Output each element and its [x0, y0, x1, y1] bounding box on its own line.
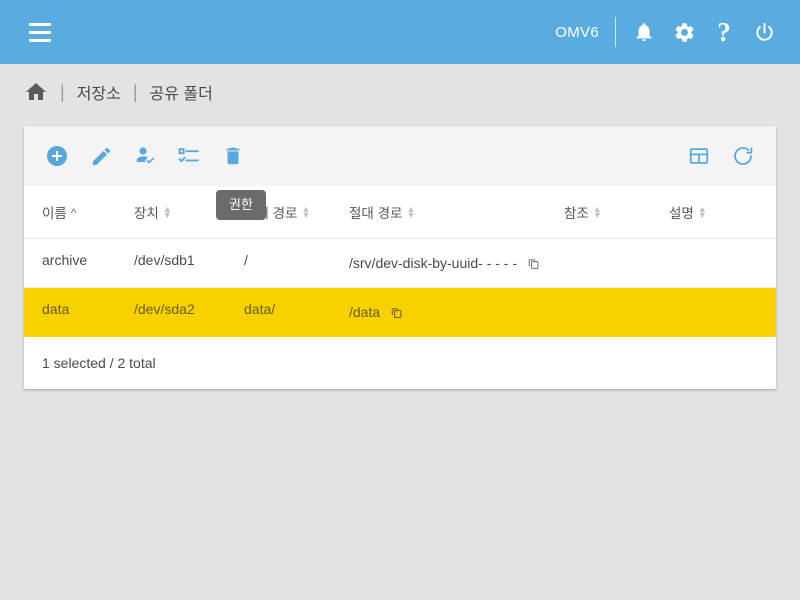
grid-toolbar — [24, 126, 776, 186]
toolbar-left-group — [40, 139, 250, 173]
cell-description — [669, 287, 776, 337]
add-button[interactable] — [40, 139, 74, 173]
table-body: archive /dev/sdb1 / /srv/dev-disk-by-uui… — [24, 238, 776, 337]
cell-name: archive — [24, 238, 134, 288]
breadcrumb: | 저장소 | 공유 폴더 — [0, 64, 800, 120]
brand-label: OMV6 — [555, 23, 599, 41]
cell-relative-path: / — [244, 238, 349, 288]
notifications-bell-icon[interactable] — [624, 12, 664, 52]
column-header-name[interactable]: 이름 ^ — [24, 186, 134, 239]
home-icon[interactable] — [24, 80, 48, 104]
cell-reference — [564, 287, 669, 337]
table-footer: 1 selected / 2 total — [24, 336, 776, 389]
breadcrumb-item-storage[interactable]: 저장소 — [77, 80, 121, 104]
cell-device: /dev/sdb1 — [134, 238, 244, 288]
breadcrumb-separator: | — [132, 81, 138, 102]
selection-status: 1 selected / 2 total — [42, 354, 156, 371]
column-header-absolute-path-label: 절대 경로 — [349, 205, 403, 221]
column-header-reference-label: 참조 — [564, 205, 589, 221]
shared-folders-card: 이름 ^ 장치 ▲ ▼ 권한 상대 경로 ▲ ▼ 절대 경로 ▲ ▼ 참조 ▲ … — [24, 126, 776, 389]
column-header-description[interactable]: 설명 ▲ ▼ — [669, 186, 776, 239]
reload-button[interactable] — [726, 139, 760, 173]
delete-button[interactable] — [216, 139, 250, 173]
shared-folders-table: 이름 ^ 장치 ▲ ▼ 권한 상대 경로 ▲ ▼ 절대 경로 ▲ ▼ 참조 ▲ … — [24, 186, 776, 337]
column-header-absolute-path[interactable]: 절대 경로 ▲ ▼ — [349, 186, 564, 239]
power-icon[interactable] — [744, 12, 784, 52]
hamburger-menu-icon[interactable] — [20, 12, 60, 52]
sort-none-icon: ▲ ▼ — [301, 203, 311, 220]
cell-relative-path: data/ — [244, 287, 349, 337]
column-chooser-button[interactable] — [682, 139, 716, 173]
cell-device: /dev/sda2 — [134, 287, 244, 337]
sort-none-icon: ▲ ▼ — [406, 203, 416, 220]
acl-button[interactable] — [172, 139, 206, 173]
breadcrumb-item-shared-folders[interactable]: 공유 폴더 — [150, 80, 213, 104]
table-header-row: 이름 ^ 장치 ▲ ▼ 권한 상대 경로 ▲ ▼ 절대 경로 ▲ ▼ 참조 ▲ … — [24, 186, 776, 239]
table-row[interactable]: data /dev/sda2 data/ /data — [24, 287, 776, 337]
sort-none-icon: ▲ ▼ — [162, 203, 172, 220]
help-question-icon[interactable]: ? — [704, 12, 744, 52]
privileges-button[interactable] — [128, 139, 162, 173]
table-header: 이름 ^ 장치 ▲ ▼ 권한 상대 경로 ▲ ▼ 절대 경로 ▲ ▼ 참조 ▲ … — [24, 186, 776, 239]
absolute-path-text: /srv/dev-disk-by-uuid- - - - - — [349, 254, 518, 271]
table-row[interactable]: archive /dev/sdb1 / /srv/dev-disk-by-uui… — [24, 238, 776, 288]
cell-absolute-path: /data — [349, 287, 564, 337]
edit-button[interactable] — [84, 139, 118, 173]
appbar-divider — [615, 17, 616, 47]
column-header-device-label: 장치 — [134, 205, 159, 221]
toolbar-right-group — [682, 139, 760, 173]
sort-ascending-icon: ^ — [70, 205, 77, 220]
hamburger-bar — [29, 22, 51, 26]
copy-icon[interactable] — [390, 306, 403, 319]
cell-description — [669, 238, 776, 288]
column-header-name-label: 이름 — [42, 205, 67, 221]
hamburger-bar — [29, 38, 51, 42]
hamburger-bar — [29, 30, 51, 34]
column-header-device[interactable]: 장치 ▲ ▼ 권한 — [134, 186, 266, 239]
cell-reference — [564, 238, 669, 288]
column-header-reference[interactable]: 참조 ▲ ▼ — [564, 186, 669, 239]
cell-name: data — [24, 287, 134, 337]
permissions-tooltip: 권한 — [216, 190, 266, 220]
settings-gear-icon[interactable] — [664, 12, 704, 52]
copy-icon[interactable] — [527, 257, 540, 270]
sort-none-icon: ▲ ▼ — [592, 203, 602, 220]
column-header-description-label: 설명 — [669, 205, 694, 221]
absolute-path-text: /data — [349, 303, 381, 320]
app-header: OMV6 ? — [0, 0, 800, 64]
question-mark-glyph: ? — [717, 16, 731, 47]
sort-none-icon: ▲ ▼ — [697, 203, 707, 220]
cell-absolute-path: /srv/dev-disk-by-uuid- - - - - — [349, 238, 564, 288]
breadcrumb-separator: | — [60, 81, 65, 102]
